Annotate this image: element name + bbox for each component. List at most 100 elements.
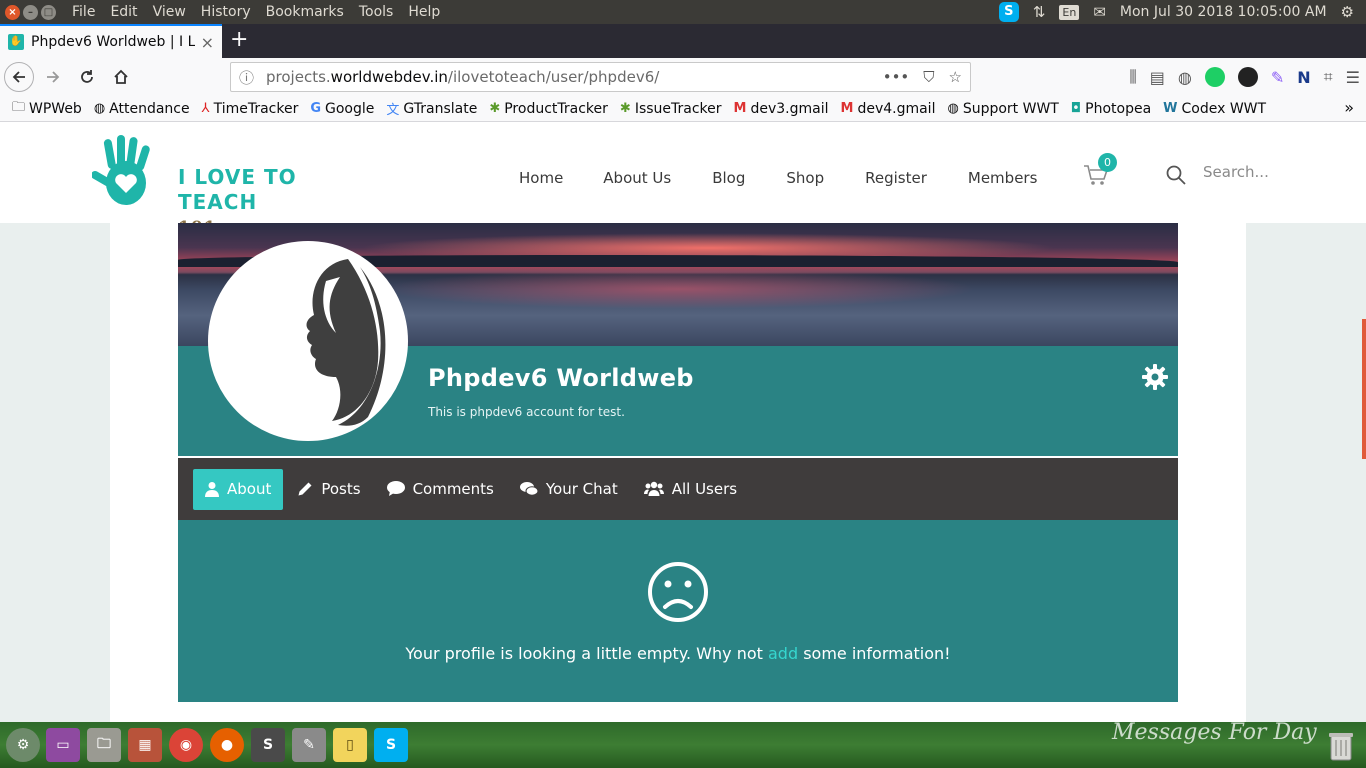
mail-icon[interactable]: ✉ bbox=[1093, 3, 1106, 21]
bookmark-producttracker[interactable]: ✱ ProductTracker bbox=[489, 101, 608, 117]
translate-icon: 文 bbox=[386, 103, 400, 118]
site-favicon-icon: ✋ bbox=[8, 34, 24, 50]
photopea-icon: ◘ bbox=[1070, 101, 1082, 116]
sticky-notes-icon[interactable]: ▯ bbox=[333, 728, 367, 762]
bookmark-codex-wwt[interactable]: W Codex WWT bbox=[1163, 101, 1266, 117]
bookmark-star-icon[interactable]: ☆ bbox=[949, 68, 962, 86]
tab-posts[interactable]: Posts bbox=[285, 469, 372, 510]
forward-button[interactable] bbox=[38, 62, 68, 92]
color-picker-icon[interactable]: ✎ bbox=[1271, 68, 1284, 87]
users-group-icon bbox=[643, 481, 664, 496]
nav-home[interactable]: Home bbox=[519, 169, 563, 187]
bookmark-attendance[interactable]: ◍ Attendance bbox=[94, 101, 190, 117]
menu-help[interactable]: Help bbox=[408, 4, 440, 20]
tab-comments[interactable]: Comments bbox=[375, 469, 506, 510]
profile-settings-gear-icon[interactable] bbox=[1141, 363, 1169, 391]
bookmark-wpweb[interactable]: 🗀 WPWeb bbox=[12, 98, 82, 120]
bookmark-support-wwt[interactable]: ◍ Support WWT bbox=[947, 101, 1058, 117]
menu-bookmarks[interactable]: Bookmarks bbox=[266, 4, 344, 20]
reload-button[interactable] bbox=[72, 62, 102, 92]
hamburger-menu-icon[interactable]: ☰ bbox=[1346, 68, 1360, 87]
file-manager-icon[interactable]: 🗀 bbox=[87, 728, 121, 762]
grammarly-icon[interactable] bbox=[1204, 67, 1225, 87]
menu-view[interactable]: View bbox=[153, 4, 186, 20]
profile-tab-bar: About Posts Comments Your Chat All Users bbox=[178, 458, 1178, 520]
bookmark-photopea[interactable]: ◘ Photopea bbox=[1071, 101, 1151, 117]
site-info-icon[interactable]: ⓘ bbox=[239, 67, 254, 88]
nav-blog[interactable]: Blog bbox=[712, 169, 745, 187]
network-icon[interactable]: ⇅ bbox=[1033, 3, 1046, 21]
window-minimize-button[interactable]: – bbox=[23, 4, 38, 20]
settings-gear-icon[interactable]: ⚙ bbox=[1341, 3, 1354, 21]
search-icon[interactable] bbox=[1165, 164, 1187, 186]
pocket-icon[interactable]: ⛉ bbox=[923, 68, 934, 86]
menu-file[interactable]: File bbox=[72, 4, 95, 20]
nav-register[interactable]: Register bbox=[865, 169, 927, 187]
bookmark-google[interactable]: G Google bbox=[310, 101, 374, 117]
library-icon[interactable]: ⫼ bbox=[1129, 67, 1136, 87]
nav-members[interactable]: Members bbox=[968, 169, 1038, 187]
logo-text-line1: I LOVE TO bbox=[178, 165, 297, 189]
skype-icon[interactable]: S bbox=[374, 728, 408, 762]
arrow-left-icon bbox=[12, 71, 25, 83]
bookmark-dev4-gmail[interactable]: Mdev4.gmail bbox=[841, 101, 936, 117]
firefox-browser-icon[interactable]: ● bbox=[210, 728, 244, 762]
bookmarks-overflow-icon[interactable]: » bbox=[1344, 98, 1354, 117]
extension-globe-icon[interactable]: ◍ bbox=[1178, 68, 1192, 87]
pencil-icon bbox=[298, 482, 312, 496]
page-actions-icon[interactable]: ••• bbox=[883, 68, 910, 86]
window-switcher-icon[interactable]: ▭ bbox=[46, 728, 80, 762]
notes-extension-icon[interactable]: N bbox=[1297, 68, 1310, 87]
bug-icon: ✱ bbox=[619, 101, 631, 116]
back-button[interactable] bbox=[4, 62, 34, 92]
tab-all-users[interactable]: All Users bbox=[632, 469, 749, 510]
site-logo[interactable]: I LOVE TO TEACH 101 bbox=[92, 135, 302, 238]
window-maximize-button[interactable]: □ bbox=[41, 4, 56, 20]
cart-count-badge: 0 bbox=[1098, 153, 1117, 172]
site-main-nav: Home About Us Blog Shop Register Members bbox=[519, 169, 1037, 187]
gmail-icon: M bbox=[840, 101, 854, 116]
globe-icon: ◍ bbox=[947, 101, 959, 116]
archive-manager-icon[interactable]: ▦ bbox=[128, 728, 162, 762]
text-editor-icon[interactable]: ✎ bbox=[292, 728, 326, 762]
folder-icon: 🗀 bbox=[12, 99, 26, 115]
clock[interactable]: Mon Jul 30 2018 10:05:00 AM bbox=[1120, 4, 1327, 20]
browser-navbar: ⓘ projects.worldwebdev.in/ilovetoteach/u… bbox=[0, 58, 1366, 96]
scrollbar-thumb[interactable] bbox=[1362, 319, 1366, 459]
add-info-link[interactable]: add bbox=[768, 644, 798, 663]
tab-your-chat[interactable]: Your Chat bbox=[508, 469, 630, 510]
menu-tools[interactable]: Tools bbox=[359, 4, 394, 20]
bookmark-issuetracker[interactable]: ✱ IssueTracker bbox=[620, 101, 722, 117]
browser-tab[interactable]: ✋ Phpdev6 Worldweb | I L… × bbox=[0, 24, 222, 58]
trash-icon[interactable] bbox=[1326, 730, 1356, 762]
camera-extension-icon[interactable] bbox=[1237, 67, 1258, 87]
home-button[interactable] bbox=[106, 62, 136, 92]
wordpress-icon: W bbox=[1163, 101, 1178, 116]
page-scrollbar[interactable] bbox=[1362, 223, 1366, 722]
tab-close-icon[interactable]: × bbox=[201, 33, 214, 52]
menu-edit[interactable]: Edit bbox=[110, 4, 137, 20]
bookmark-dev3-gmail[interactable]: Mdev3.gmail bbox=[734, 101, 829, 117]
skype-tray-icon[interactable]: S bbox=[998, 2, 1019, 22]
window-close-button[interactable]: × bbox=[5, 4, 20, 20]
hand-heart-logo-icon bbox=[92, 135, 150, 205]
new-tab-button[interactable]: + bbox=[230, 28, 248, 52]
bookmark-gtranslate[interactable]: 文 GTranslate bbox=[386, 99, 477, 119]
globe-icon: ◍ bbox=[93, 101, 106, 116]
tab-about[interactable]: About bbox=[193, 468, 284, 510]
system-menu-icon[interactable]: ⚙ bbox=[6, 728, 40, 762]
woman-silhouette-icon bbox=[306, 259, 386, 426]
bookmark-timetracker[interactable]: ⅄ TimeTracker bbox=[202, 101, 299, 117]
nav-about-us[interactable]: About Us bbox=[603, 169, 671, 187]
menu-history[interactable]: History bbox=[201, 4, 251, 20]
crop-icon[interactable]: ⌗ bbox=[1324, 67, 1333, 87]
sidebar-icon[interactable]: ▤ bbox=[1150, 68, 1165, 87]
keyboard-layout-indicator[interactable]: En bbox=[1059, 4, 1080, 20]
chrome-browser-icon[interactable]: ◉ bbox=[169, 728, 203, 762]
site-search-input[interactable] bbox=[1203, 158, 1353, 186]
profile-avatar[interactable] bbox=[208, 241, 408, 441]
sublime-text-icon[interactable]: S bbox=[251, 728, 285, 762]
address-bar[interactable]: ⓘ projects.worldwebdev.in/ilovetoteach/u… bbox=[230, 62, 971, 92]
bug-icon: ✱ bbox=[489, 101, 501, 116]
nav-shop[interactable]: Shop bbox=[786, 169, 824, 187]
